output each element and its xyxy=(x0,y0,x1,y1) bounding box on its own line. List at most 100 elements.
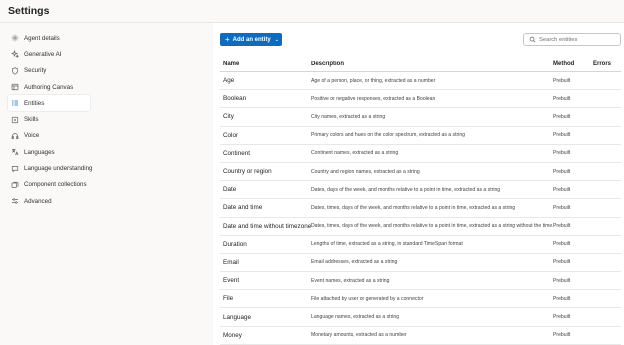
column-header-method[interactable]: Method xyxy=(553,61,593,67)
entity-name[interactable]: Date and time without timezone xyxy=(220,223,311,230)
entity-method: Prebuilt xyxy=(553,259,571,266)
sidebar-item-component-collections[interactable]: Component collections xyxy=(8,177,90,193)
chat-icon xyxy=(11,165,19,173)
column-header-errors[interactable]: Errors xyxy=(593,61,621,67)
table-row[interactable]: Boolean Positive or negative responses, e… xyxy=(220,90,621,109)
entity-description: Event names, extracted as a string xyxy=(311,277,390,284)
entity-name[interactable]: Language xyxy=(220,314,311,321)
entity-name[interactable]: Money xyxy=(220,332,311,339)
entities-table: Name Description Method Errors Age Age of… xyxy=(220,56,621,345)
entity-name[interactable]: Boolean xyxy=(220,95,311,102)
entity-method: Prebuilt xyxy=(553,168,571,175)
sidebar-item-label: Advanced xyxy=(24,197,52,205)
entity-method: Prebuilt xyxy=(553,204,571,211)
sidebar-item-label: Language understanding xyxy=(24,165,93,173)
table-row[interactable]: Age Age of a person, place, or thing, ext… xyxy=(220,72,621,91)
entity-name[interactable]: Age xyxy=(220,77,311,84)
chevron-down-icon: ⌄ xyxy=(274,36,279,43)
table-row[interactable]: Email Email addresses, extracted as a str… xyxy=(220,254,621,273)
table-row[interactable]: City City names, extracted as a string Pre… xyxy=(220,108,621,127)
table-row[interactable]: Language Language names, extracted as a s… xyxy=(220,308,621,327)
search-icon xyxy=(529,36,536,43)
globe-icon xyxy=(11,148,19,156)
entity-name[interactable]: Country or region xyxy=(220,168,311,175)
entity-description: Language names, extracted as a string xyxy=(311,314,400,321)
voice-icon xyxy=(11,132,19,140)
table-row[interactable]: Color Primary colors and hues on the colo… xyxy=(220,127,621,145)
sidebar-item-label: Agent details xyxy=(24,34,60,42)
sparkle-icon xyxy=(11,50,19,59)
sidebar-item-label: Skills xyxy=(24,116,39,124)
entity-method: Prebuilt xyxy=(553,277,571,284)
canvas-icon xyxy=(11,83,19,91)
entity-name[interactable]: Date xyxy=(220,186,311,193)
sidebar-item-label: Component collections xyxy=(24,181,87,189)
entity-description: Dates, times, days of the week, and mont… xyxy=(311,223,553,230)
table-row[interactable]: Money Monetary amounts, extracted as a nu… xyxy=(220,327,621,345)
entity-description: Dates, times, days of the week, and mont… xyxy=(311,204,516,211)
entity-name[interactable]: File xyxy=(220,295,311,302)
entity-method: Prebuilt xyxy=(553,132,571,139)
add-entity-button[interactable]: + Add an entity ⌄ xyxy=(220,33,282,46)
entity-description: City names, extracted as a string xyxy=(311,113,386,120)
entity-method: Prebuilt xyxy=(553,314,571,321)
entity-description: Continent names, extracted as a string xyxy=(311,150,399,157)
column-header-name[interactable]: Name xyxy=(220,61,311,67)
search-input[interactable] xyxy=(539,36,619,43)
entity-method: Prebuilt xyxy=(553,332,571,339)
entity-name[interactable]: Event xyxy=(220,277,311,284)
sidebar-item-label: Entities xyxy=(24,99,45,107)
entity-method: Prebuilt xyxy=(553,223,571,230)
entity-name[interactable]: Continent xyxy=(220,150,311,157)
sidebar-item-label: Languages xyxy=(24,148,55,156)
search-box[interactable] xyxy=(523,33,621,46)
shield-icon xyxy=(11,67,19,75)
table-row[interactable]: File File attached by user or generated b… xyxy=(220,290,621,309)
entity-name[interactable]: Email xyxy=(220,259,311,266)
entity-method: Prebuilt xyxy=(553,186,571,193)
sidebar-item-security[interactable]: Security xyxy=(8,63,90,79)
entity-name[interactable]: Color xyxy=(220,132,311,139)
entity-method: Prebuilt xyxy=(553,150,571,157)
sidebar-item-agent-details[interactable]: Agent details xyxy=(8,30,90,46)
table-row[interactable]: Date Dates, days of the week, and months … xyxy=(220,181,621,200)
entities-icon xyxy=(11,99,19,107)
entity-method: Prebuilt xyxy=(553,95,571,102)
sidebar-item-skills[interactable]: Skills xyxy=(8,111,90,127)
plus-icon: + xyxy=(225,34,230,44)
sidebar-item-entities[interactable]: Entities xyxy=(8,95,90,112)
sidebar-item-authoring-canvas[interactable]: Authoring Canvas xyxy=(8,79,90,95)
table-row[interactable]: Date and time Dates, times, days of the w… xyxy=(220,199,621,218)
table-row[interactable]: Date and time without timezone Dates, tim… xyxy=(220,218,621,236)
sidebar-item-label: Voice xyxy=(24,132,40,140)
sidebar-item-languages[interactable]: Languages xyxy=(8,144,90,160)
column-header-description[interactable]: Description xyxy=(311,61,553,67)
sidebar-item-label: Generative AI xyxy=(24,50,62,58)
table-row[interactable]: Duration Lengths of time, extracted as a … xyxy=(220,236,621,254)
table-row[interactable]: Event Event names, extracted as a string P… xyxy=(220,272,621,291)
gear-icon xyxy=(11,34,19,42)
sidebar-item-voice[interactable]: Voice xyxy=(8,128,90,144)
collection-icon xyxy=(11,181,19,189)
sidebar-item-advanced[interactable]: Advanced xyxy=(8,193,90,209)
table-header-row: Name Description Method Errors xyxy=(220,56,621,72)
sidebar-item-language-understanding[interactable]: Language understanding xyxy=(8,160,93,176)
entity-description: Age of a person, place, or thing, extrac… xyxy=(311,77,436,84)
entity-method: Prebuilt xyxy=(553,295,571,302)
entity-description: Country and region names, extracted as a… xyxy=(311,168,420,175)
entity-description: Dates, days of the week, and months rela… xyxy=(311,186,501,193)
entity-description: Monetary amounts, extracted as a number xyxy=(311,332,407,339)
add-entity-label: Add an entity xyxy=(232,36,271,43)
entity-method: Prebuilt xyxy=(553,77,571,84)
table-row[interactable]: Country or region Country and region name… xyxy=(220,163,621,182)
table-row[interactable]: Continent Continent names, extracted as a… xyxy=(220,145,621,163)
entity-name[interactable]: City xyxy=(220,113,311,120)
sliders-icon xyxy=(11,197,19,205)
entity-name[interactable]: Date and time xyxy=(220,204,311,211)
entity-description: Lengths of time, extracted as a string, … xyxy=(311,241,463,248)
entity-description: Primary colors and hues on the color spe… xyxy=(311,132,466,139)
page-title: Settings xyxy=(8,5,50,17)
entity-description: Positive or negative responses, extracte… xyxy=(311,95,436,102)
entity-name[interactable]: Duration xyxy=(220,241,311,248)
sidebar-item-generative-ai[interactable]: Generative AI xyxy=(8,46,90,62)
